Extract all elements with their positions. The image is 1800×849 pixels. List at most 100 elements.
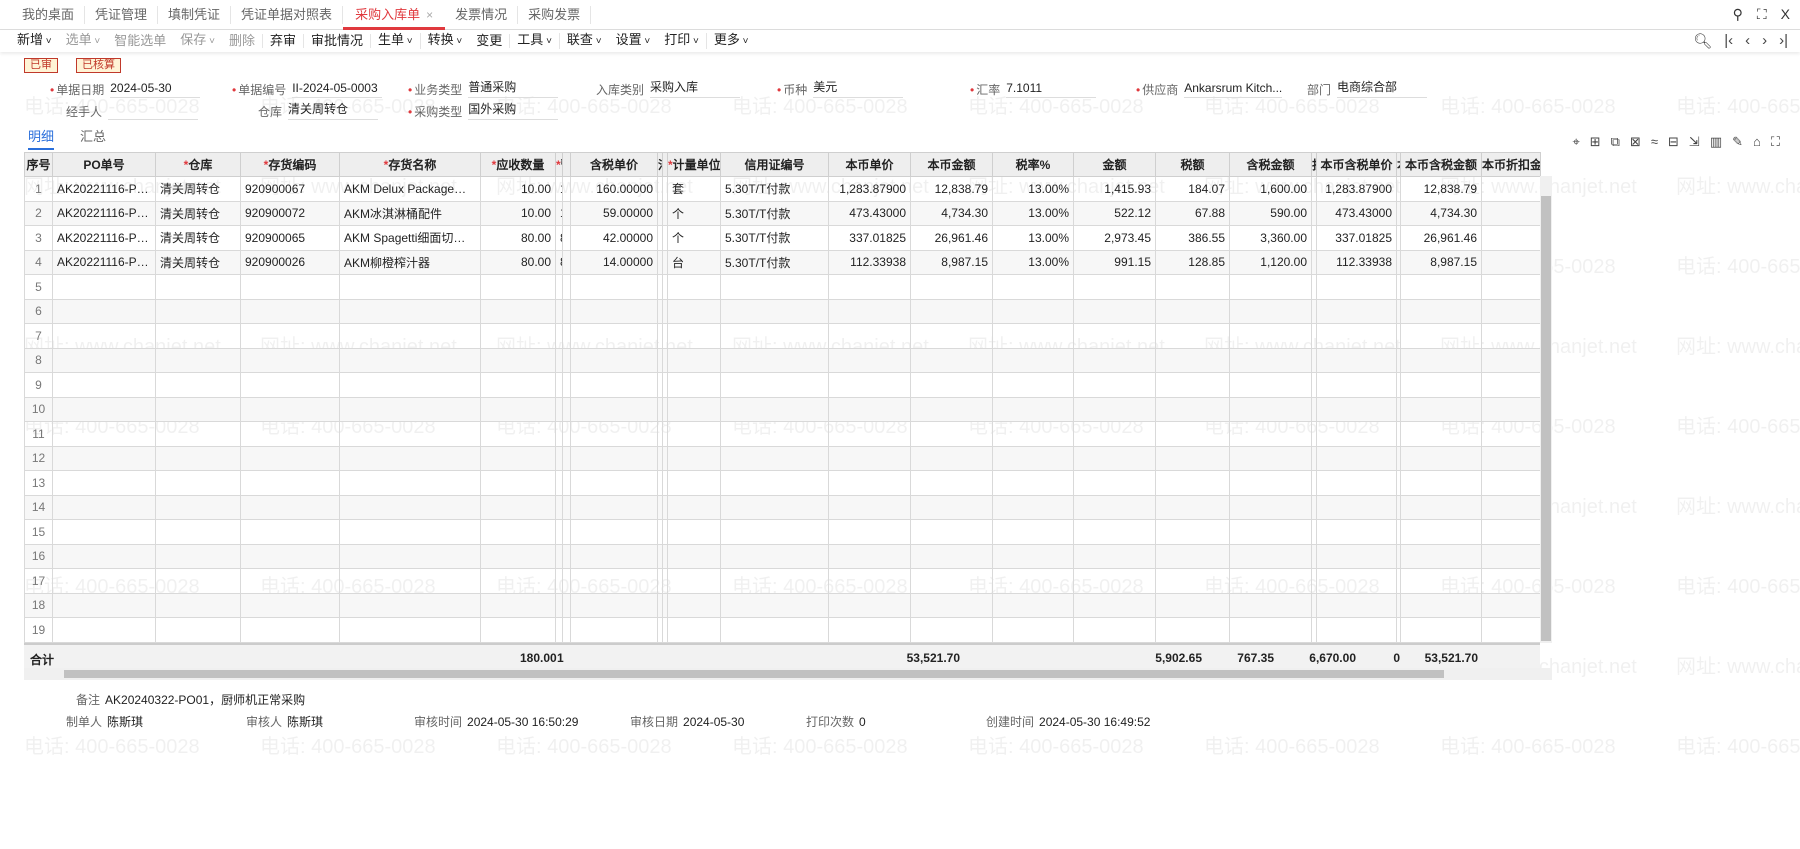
table-cell[interactable] (480, 347, 556, 373)
table-cell[interactable]: 5.30T/T付款 (720, 225, 829, 251)
split-icon[interactable]: ⊟ (1668, 134, 1679, 150)
table-cell[interactable] (1481, 176, 1541, 202)
row-number[interactable]: 9 (24, 372, 53, 398)
add-row-icon[interactable]: ⊞ (1590, 134, 1601, 150)
table-cell[interactable]: 10.00 (480, 176, 556, 202)
table-cell[interactable] (562, 323, 571, 349)
table-row-empty[interactable]: 12 (24, 445, 1541, 471)
table-cell[interactable] (155, 494, 241, 520)
table-cell[interactable] (1155, 568, 1230, 594)
table-cell[interactable]: 112.33938 (828, 249, 911, 275)
table-cell[interactable] (339, 519, 481, 545)
table-cell[interactable] (667, 543, 721, 569)
table-cell[interactable] (240, 421, 340, 447)
table-cell[interactable] (1400, 617, 1482, 643)
table-cell[interactable] (992, 470, 1074, 496)
row-number[interactable]: 8 (24, 347, 53, 373)
toolbar-button-3[interactable]: 保存 ˅ (173, 33, 222, 49)
table-cell[interactable] (1316, 543, 1397, 569)
table-cell[interactable] (1400, 543, 1482, 569)
table-cell[interactable]: 13.00% (992, 249, 1074, 275)
table-row-empty[interactable]: 6 (24, 298, 1541, 324)
table-cell[interactable]: AK20221116-PO01 (52, 200, 156, 226)
table-cell[interactable] (1481, 347, 1541, 373)
table-cell[interactable]: 80.00 (480, 225, 556, 251)
table-row-empty[interactable]: 13 (24, 470, 1541, 496)
column-header[interactable]: *应收数量 (480, 152, 556, 177)
table-cell[interactable] (240, 274, 340, 300)
table-cell[interactable] (828, 323, 911, 349)
table-cell[interactable]: 160.00000 (570, 176, 658, 202)
column-header[interactable]: 税率% (992, 152, 1074, 177)
table-cell[interactable] (155, 323, 241, 349)
table-cell[interactable] (992, 298, 1074, 324)
table-cell[interactable] (570, 421, 658, 447)
table-cell[interactable] (555, 470, 563, 496)
table-cell[interactable] (1316, 421, 1397, 447)
delete-row-icon[interactable]: ⊠ (1630, 134, 1641, 150)
table-row-empty[interactable]: 7 (24, 323, 1541, 349)
table-cell[interactable] (1481, 249, 1541, 275)
table-cell[interactable]: 473.43000 (1316, 200, 1397, 226)
table-cell[interactable] (828, 372, 911, 398)
table-cell[interactable]: 5.30T/T付款 (720, 200, 829, 226)
table-cell[interactable]: AK20221116-PO01 (52, 225, 156, 251)
table-cell[interactable] (1229, 274, 1312, 300)
table-cell[interactable] (1481, 225, 1541, 251)
table-cell[interactable] (1229, 323, 1312, 349)
tab-5[interactable]: 发票情况 (445, 5, 519, 24)
table-cell[interactable] (562, 470, 571, 496)
table-cell[interactable] (828, 347, 911, 373)
table-cell[interactable] (1316, 372, 1397, 398)
table-cell[interactable] (1229, 470, 1312, 496)
table-cell[interactable] (240, 519, 340, 545)
batch-icon[interactable]: ≈ (1651, 134, 1658, 150)
table-cell[interactable] (992, 372, 1074, 398)
column-header[interactable]: 税额 (1155, 152, 1230, 177)
table-cell[interactable] (52, 421, 156, 447)
table-cell[interactable] (828, 396, 911, 422)
column-header[interactable]: 本币含税金额 (1400, 152, 1482, 177)
table-cell[interactable] (1316, 274, 1397, 300)
tab-summary[interactable]: 汇总 (80, 126, 106, 150)
table-cell[interactable]: AKM Delux Package豪华... (339, 176, 481, 202)
table-cell[interactable] (1316, 519, 1397, 545)
search-icon[interactable]: ⚲ (1733, 6, 1743, 23)
table-cell[interactable] (720, 274, 829, 300)
table-cell[interactable] (720, 298, 829, 324)
table-cell[interactable] (720, 396, 829, 422)
row-number[interactable]: 6 (24, 298, 53, 324)
table-cell[interactable] (1316, 298, 1397, 324)
table-cell[interactable] (1400, 592, 1482, 618)
table-cell[interactable] (155, 347, 241, 373)
table-cell[interactable] (667, 396, 721, 422)
table-cell[interactable] (1229, 445, 1312, 471)
table-cell[interactable]: 13.00% (992, 176, 1074, 202)
tab-1[interactable]: 凭证管理 (85, 5, 159, 24)
table-cell[interactable] (52, 274, 156, 300)
table-row-empty[interactable]: 14 (24, 494, 1541, 520)
table-cell[interactable] (1400, 519, 1482, 545)
toolbar-button-5[interactable]: 弃审 (263, 34, 304, 48)
table-cell[interactable] (667, 274, 721, 300)
table-cell[interactable]: 522.12 (1073, 200, 1156, 226)
table-cell[interactable] (1073, 274, 1156, 300)
column-header[interactable]: 沿 (657, 152, 663, 177)
field-value[interactable]: 电商综合部 (1337, 78, 1428, 98)
table-cell[interactable] (240, 396, 340, 422)
toolbar-button-13[interactable]: 打印 ˅ (657, 33, 707, 49)
table-cell[interactable]: 1,415.93 (1073, 176, 1156, 202)
table-cell[interactable]: 337.01825 (828, 225, 911, 251)
tab-2[interactable]: 填制凭证 (158, 5, 232, 24)
tab-6[interactable]: 采购发票 (518, 5, 592, 24)
row-number[interactable]: 5 (24, 274, 53, 300)
table-cell[interactable] (667, 494, 721, 520)
table-row[interactable]: 3 AK20221116-PO01 清关周转仓 920900065 AKM Spaget… (24, 225, 1541, 251)
toolbar-button-1[interactable]: 选单 ˅ (59, 33, 108, 49)
table-cell[interactable]: 1 (24, 176, 53, 202)
table-cell[interactable] (1481, 445, 1541, 471)
table-cell[interactable] (1481, 568, 1541, 594)
row-number[interactable]: 7 (24, 323, 53, 349)
close-tab-icon[interactable]: × (426, 8, 433, 22)
table-cell[interactable] (1073, 568, 1156, 594)
